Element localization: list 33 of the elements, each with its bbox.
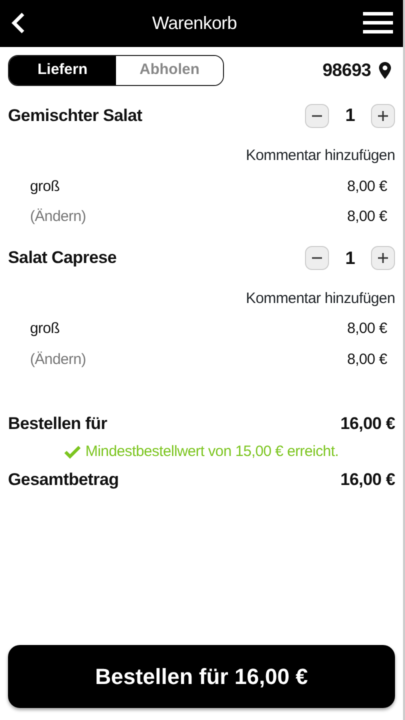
total-label: Gesamtbetrag: [8, 469, 119, 491]
change-link[interactable]: (Ändern): [30, 348, 86, 371]
item-name: Salat Caprese: [8, 247, 117, 270]
minimum-order-notice: Mindestbestellwert von 15,00 € erreicht.: [85, 442, 339, 462]
increase-button[interactable]: [371, 246, 395, 270]
add-comment-link[interactable]: Kommentar hinzufügen: [246, 288, 395, 310]
subtotal-value: 16,00 €: [340, 413, 395, 435]
increase-button[interactable]: [371, 104, 395, 128]
option-label: groß: [30, 319, 60, 339]
delivery-tab[interactable]: Liefern: [9, 56, 116, 85]
checkmark-icon: [64, 444, 82, 459]
decrease-button[interactable]: [305, 246, 330, 270]
option-price: 8,00 €: [347, 350, 388, 370]
page-title: Warenkorb: [152, 12, 237, 35]
option-price: 8,00 €: [347, 319, 388, 339]
location-pin-icon[interactable]: [379, 62, 391, 79]
option-price: 8,00 €: [347, 207, 388, 227]
menu-button[interactable]: [362, 12, 393, 36]
total-value: 16,00 €: [340, 469, 395, 491]
plus-icon: [377, 252, 389, 264]
back-button[interactable]: [10, 12, 26, 36]
option-label: groß: [30, 176, 60, 196]
quantity: 1: [345, 246, 355, 270]
change-link[interactable]: (Ändern): [30, 206, 86, 228]
order-button[interactable]: Bestellen für 16,00 €: [8, 645, 395, 708]
subtotal-label: Bestellen für: [8, 413, 108, 435]
postal-code: 98693: [322, 59, 371, 82]
item-name: Gemischter Salat: [8, 104, 142, 127]
decrease-button[interactable]: [305, 104, 330, 128]
plus-icon: [377, 110, 389, 122]
quantity: 1: [345, 104, 355, 127]
option-price: 8,00 €: [347, 176, 388, 196]
add-comment-link[interactable]: Kommentar hinzufügen: [246, 145, 395, 168]
